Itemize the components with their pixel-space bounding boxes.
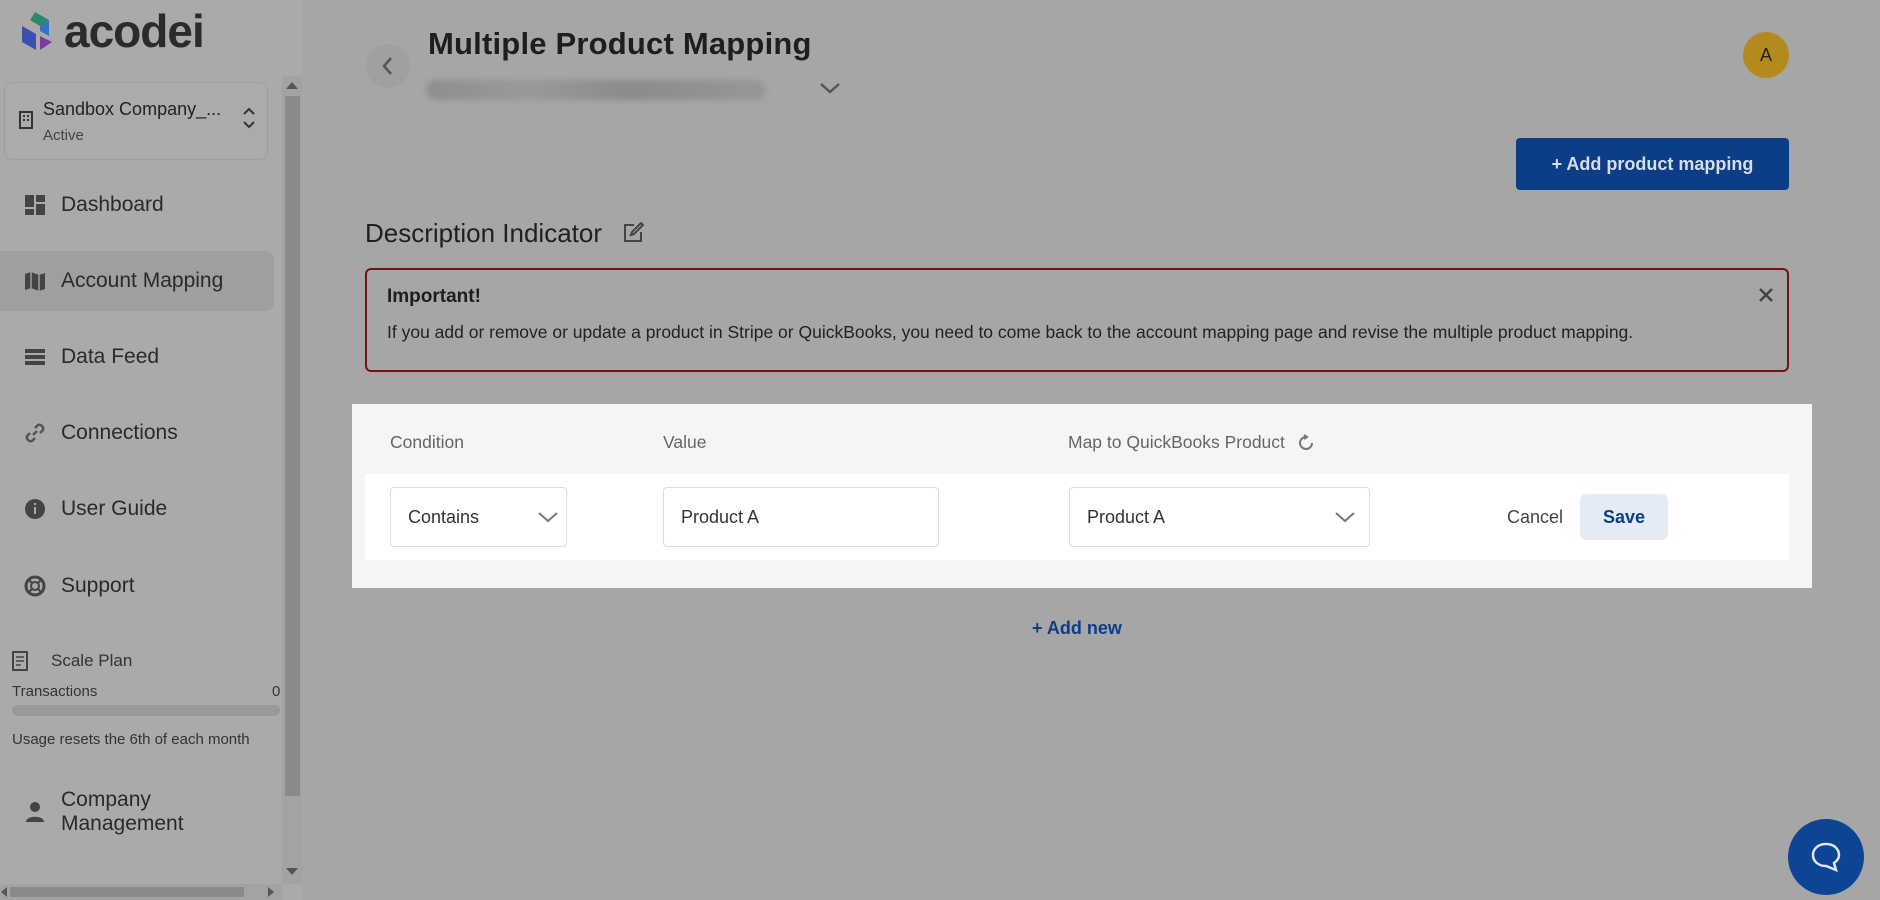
lifebuoy-icon [24,575,46,597]
chat-widget-button[interactable] [1788,819,1864,895]
value-input[interactable]: Product A [663,487,939,547]
sidebar-item-support[interactable]: Support [0,556,274,616]
chevron-left-icon [382,57,392,75]
horizontal-scrollbar-thumb[interactable] [10,887,244,897]
column-header-value: Value [663,432,707,452]
add-new-link[interactable]: + Add new [1032,618,1122,639]
sidebar-item-label: Dashboard [61,193,164,216]
sidebar-item-label: Account Mapping [61,269,224,292]
sidebar-item-label: Connections [61,421,178,444]
column-header-map-to: Map to QuickBooks Product [1068,432,1285,452]
receipt-icon [12,651,28,671]
chevron-up-down-icon [243,107,255,129]
account-selector-blurred-text[interactable] [426,80,766,100]
scroll-right-arrow-icon[interactable] [268,887,274,897]
list-icon [25,349,45,365]
sidebar-item-user-guide[interactable]: User Guide [0,479,274,539]
important-alert: Important! If you add or remove or updat… [365,268,1789,372]
sidebar: acodei Sandbox Company_... Active Dashbo… [0,0,302,900]
scroll-left-arrow-icon[interactable] [1,887,7,897]
company-switcher[interactable]: Sandbox Company_... Active [4,82,268,160]
sidebar-item-data-feed[interactable]: Data Feed [0,327,274,387]
usage-reset-note: Usage resets the 6th of each month [12,731,250,748]
edit-icon[interactable] [622,222,644,244]
section-title: Description Indicator [365,218,602,248]
alert-body: If you add or remove or update a product… [387,322,1634,342]
refresh-icon[interactable] [1297,434,1315,452]
sidebar-item-label: User Guide [61,497,168,520]
sidebar-item-label: Data Feed [61,345,160,368]
scroll-down-arrow-icon[interactable] [286,868,298,875]
chat-bubble-icon [1811,842,1841,873]
chevron-down-icon [1335,512,1355,523]
person-icon [26,802,44,822]
avatar[interactable]: A [1743,32,1789,78]
brand[interactable]: acodei [14,5,205,57]
sidebar-item-label: Support [61,574,135,597]
sidebar-item-account-mapping[interactable]: Account Mapping [0,251,274,311]
info-icon [25,499,45,519]
scroll-up-arrow-icon[interactable] [286,82,298,89]
transactions-label: Transactions [12,683,98,700]
add-product-mapping-button[interactable]: + Add product mapping [1516,138,1789,190]
plan-name: Scale Plan [51,651,133,670]
chevron-down-icon[interactable] [818,80,842,96]
building-icon [19,111,33,129]
mapping-table: Condition Value Map to QuickBooks Produc… [352,404,1812,588]
page-title: Multiple Product Mapping [428,26,812,61]
value-input-text: Product A [681,507,760,527]
usage-progress-bar [12,705,280,716]
transactions-count: 0 [272,683,281,700]
sidebar-item-dashboard[interactable]: Dashboard [0,175,274,235]
company-name: Sandbox Company_... [43,99,222,119]
brand-name: acodei [64,5,205,57]
link-icon [25,423,45,443]
quickbooks-product-select[interactable]: Product A [1069,487,1370,547]
product-select-value: Product A [1087,507,1166,527]
company-status: Active [43,127,84,144]
chevron-down-icon [538,512,558,523]
sidebar-horizontal-scrollbar[interactable] [0,884,282,900]
map-icon [25,272,45,291]
column-header-condition: Condition [390,432,464,452]
close-icon[interactable] [1757,286,1775,304]
sidebar-item-company-management[interactable]: Company Management [0,782,274,842]
condition-select[interactable]: Contains [390,487,567,547]
acodei-logo-icon [22,12,52,50]
dashboard-icon [25,195,45,215]
alert-title: Important! [387,286,481,307]
condition-select-value: Contains [408,507,480,527]
sidebar-item-connections[interactable]: Connections [0,403,274,463]
back-button[interactable] [366,44,410,88]
table-row: Contains Product A Product A Cancel Save [365,474,1789,560]
cancel-button[interactable]: Cancel [1495,494,1575,540]
sidebar-item-label: Company Management [61,788,184,835]
save-button[interactable]: Save [1580,494,1668,540]
sidebar-scrollbar-thumb[interactable] [285,96,300,796]
